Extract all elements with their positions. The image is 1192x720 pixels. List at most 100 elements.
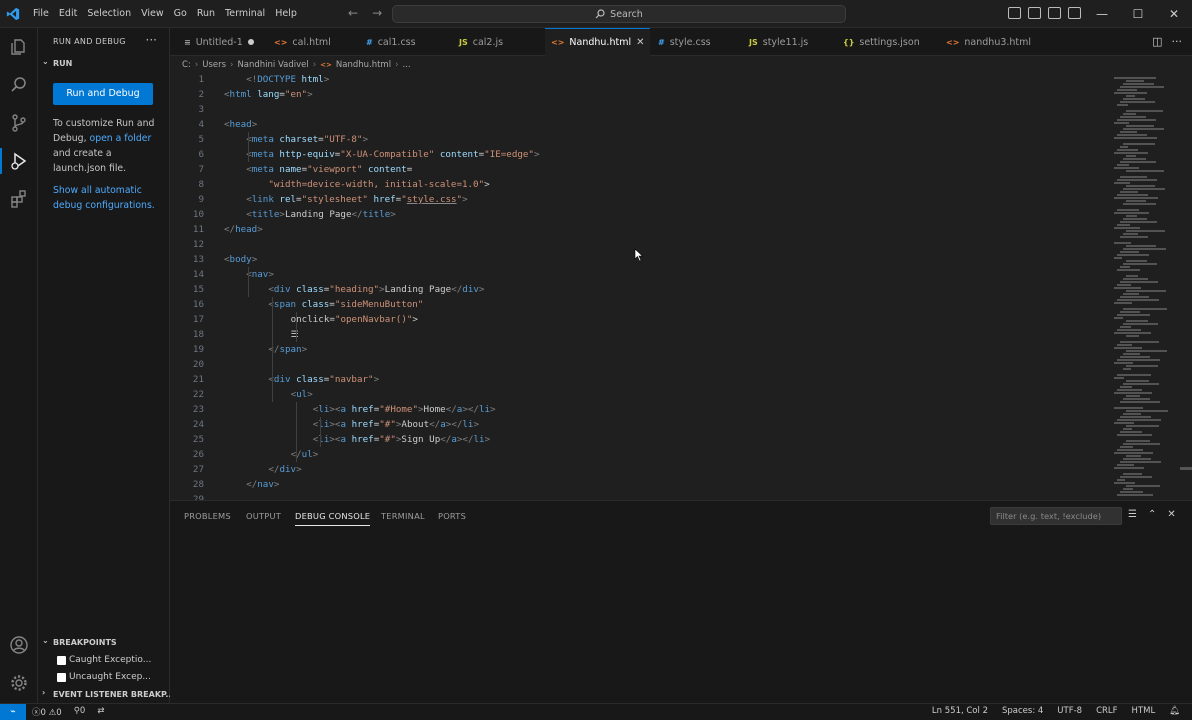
close-tab-icon[interactable]: ✕ [636, 37, 644, 48]
tab-settings-json[interactable]: {} settings.json [843, 28, 920, 56]
maximize-icon[interactable]: ☐ [1120, 0, 1156, 28]
toggle-primary-sidebar-icon[interactable] [1008, 7, 1021, 19]
tab-style-css[interactable]: # style.css [658, 28, 711, 56]
breadcrumb-drive[interactable]: C: [182, 60, 191, 70]
search-view-icon[interactable] [0, 66, 38, 104]
tab-cal1-css[interactable]: # cal1.css [366, 28, 416, 56]
code-line[interactable]: 17 onclick="openNavbar()"> [170, 312, 1110, 327]
minimize-icon[interactable]: — [1084, 0, 1120, 28]
explorer-icon[interactable] [0, 28, 38, 66]
tab-cal2-js[interactable]: JS cal2.js [459, 28, 503, 56]
customize-layout-icon[interactable] [1068, 7, 1081, 19]
tab-untitled-1[interactable]: ≡ Untitled-1 [184, 28, 254, 56]
command-center-search[interactable]: Search [392, 5, 846, 23]
open-folder-link[interactable]: open a folder [90, 133, 152, 144]
code-line[interactable]: 2 <html lang="en"> [170, 87, 1110, 102]
menu-edit[interactable]: Edit [54, 0, 82, 28]
show-all-configurations-link[interactable]: Show all automatic debug configurations. [53, 183, 157, 213]
unsaved-dot-icon[interactable] [247, 39, 254, 45]
vertical-scrollbar[interactable] [1180, 467, 1192, 470]
breadcrumb-user-folder[interactable]: Nandhini Vadivel [237, 60, 308, 70]
code-line[interactable]: 16 <span class="sideMenuButton" [170, 297, 1110, 312]
code-line[interactable]: 24 <li><a href="#">About</a></li> [170, 417, 1110, 432]
tab-problems[interactable]: PROBLEMS [184, 511, 231, 521]
event-listener-breakpoints-header[interactable]: › EVENT LISTENER BREAKP... [38, 688, 175, 702]
accounts-icon[interactable] [0, 626, 38, 664]
code-line[interactable]: 22 <ul> [170, 387, 1110, 402]
menu-run[interactable]: Run [192, 0, 220, 28]
breakpoints-section-header[interactable]: ⌄ BREAKPOINTS [38, 636, 170, 650]
breadcrumb-users[interactable]: Users [202, 60, 226, 70]
minimap[interactable] [1110, 72, 1180, 500]
tab-nandhu3-html[interactable]: <> nandhu3.html [946, 28, 1031, 56]
menu-view[interactable]: View [136, 0, 169, 28]
ports-status[interactable]: ⚲0 [74, 706, 86, 718]
code-line[interactable]: 11 </head> [170, 222, 1110, 237]
more-actions-icon[interactable]: ··· [1172, 35, 1183, 48]
code-line[interactable]: 29 [170, 492, 1110, 500]
code-line[interactable]: 4 <head> [170, 117, 1110, 132]
code-line[interactable]: 3 [170, 102, 1110, 117]
more-actions-icon[interactable]: ··· [146, 33, 157, 47]
close-window-icon[interactable]: ✕ [1156, 0, 1192, 28]
tab-debug-console[interactable]: DEBUG CONSOLE [295, 511, 371, 526]
menu-help[interactable]: Help [270, 0, 302, 28]
code-line[interactable]: 18 ☰ [170, 327, 1110, 342]
cursor-position[interactable]: Ln 551, Col 2 [932, 706, 988, 716]
sync-icon[interactable]: ⇄ [97, 706, 104, 718]
language-mode[interactable]: HTML [1132, 706, 1156, 716]
code-line[interactable]: 28 </nav> [170, 477, 1110, 492]
code-line[interactable]: 5 <meta charset="UTF-8"> [170, 132, 1110, 147]
tab-output[interactable]: OUTPUT [246, 511, 281, 521]
forward-arrow-icon[interactable]: → [372, 6, 382, 20]
code-line[interactable]: 10 <title>Landing Page</title> [170, 207, 1110, 222]
tab-ports[interactable]: PORTS [438, 511, 466, 521]
code-line[interactable]: 7 <meta name="viewport" content= [170, 162, 1110, 177]
close-panel-icon[interactable]: ✕ [1167, 509, 1175, 520]
menu-file[interactable]: File [28, 0, 54, 28]
code-line[interactable]: 25 <li><a href="#">Sign Up</a></li> [170, 432, 1110, 447]
run-and-debug-button[interactable]: Run and Debug [53, 83, 153, 105]
code-editor[interactable]: 1 <!DOCTYPE html> 2 <html lang="en"> 3 4 <hea… [170, 72, 1192, 500]
debug-console-filter-input[interactable] [990, 507, 1122, 525]
tab-style11-js[interactable]: JS style11.js [749, 28, 808, 56]
code-line[interactable]: 21 <div class="navbar"> [170, 372, 1110, 387]
breadcrumb-file[interactable]: Nandhu.html [336, 60, 391, 70]
menu-terminal[interactable]: Terminal [220, 0, 270, 28]
tab-cal-html[interactable]: <> cal.html [274, 28, 331, 56]
code-line[interactable]: 6 <meta http-equiv="X-UA-Compatible" con… [170, 147, 1110, 162]
clear-console-icon[interactable]: ☰ [1128, 509, 1137, 520]
code-line[interactable]: 14 <nav> [170, 267, 1110, 282]
menu-go[interactable]: Go [169, 0, 192, 28]
code-line[interactable]: 19 </span> [170, 342, 1110, 357]
menu-selection[interactable]: Selection [82, 0, 136, 28]
toggle-panel-icon[interactable] [1028, 7, 1041, 19]
problems-status[interactable]: ⓧ0 ⚠0 [32, 706, 62, 718]
manage-gear-icon[interactable] [0, 664, 38, 702]
checkbox[interactable] [57, 655, 66, 665]
indentation[interactable]: Spaces: 4 [1002, 706, 1043, 716]
breadcrumb-symbol[interactable]: ... [402, 60, 410, 70]
tab-nandhu-html[interactable]: <> Nandhu.html ✕ [545, 28, 651, 56]
remote-indicator-icon[interactable]: ⌁ [0, 704, 26, 720]
code-line[interactable]: 27 </div> [170, 462, 1110, 477]
checkbox[interactable] [57, 672, 66, 682]
toggle-secondary-sidebar-icon[interactable] [1048, 7, 1061, 19]
code-line[interactable]: 9 <link rel="stylesheet" href="style.css… [170, 192, 1110, 207]
run-section-header[interactable]: ⌄ RUN [38, 57, 170, 71]
maximize-panel-icon[interactable]: ⌃ [1148, 509, 1156, 520]
source-control-icon[interactable] [0, 104, 38, 142]
split-editor-icon[interactable]: ◫ [1152, 35, 1162, 48]
breakpoint-uncaught-exceptions[interactable]: Uncaught Excep... [57, 669, 167, 685]
breakpoint-caught-exceptions[interactable]: Caught Exceptio... [57, 652, 167, 668]
end-of-line[interactable]: CRLF [1096, 706, 1117, 716]
run-and-debug-icon[interactable] [0, 142, 38, 180]
code-line[interactable]: 15 <div class="heading">Landing Page</di… [170, 282, 1110, 297]
code-line[interactable]: 26 </ul> [170, 447, 1110, 462]
tab-terminal[interactable]: TERMINAL [381, 511, 425, 521]
code-line[interactable]: 20 [170, 357, 1110, 372]
back-arrow-icon[interactable]: ← [348, 6, 358, 20]
extensions-icon[interactable] [0, 180, 38, 218]
encoding[interactable]: UTF-8 [1057, 706, 1082, 716]
notifications-bell-icon[interactable]: 🔔︎ [1169, 706, 1180, 716]
